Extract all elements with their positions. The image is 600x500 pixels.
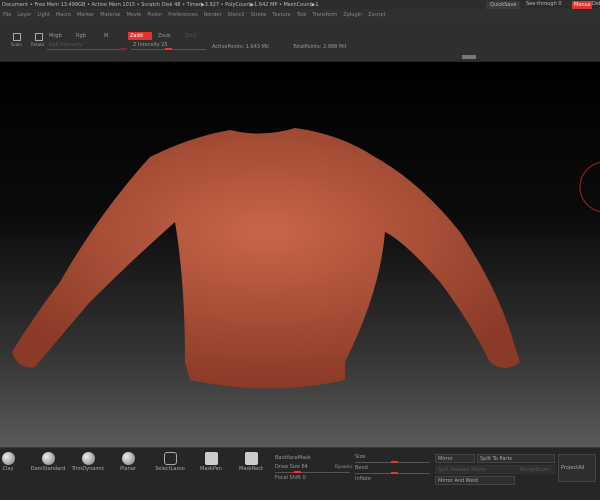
scale-button[interactable]: Scale (9, 41, 24, 48)
merge-down-button[interactable]: MergeDown (518, 466, 552, 474)
bottom-tray: Clay DamStandard TrimDynamic Planar Sele… (0, 447, 600, 500)
brush-planar[interactable]: Planar (108, 452, 148, 472)
brush-label: DamStandard (30, 466, 66, 472)
menu-zscript[interactable]: Zscript (365, 9, 388, 21)
brush-trimdynamic[interactable]: TrimDynamic (68, 452, 108, 472)
z-intensity-slider[interactable]: Z Intensity 25 (131, 41, 170, 49)
rgb-button[interactable]: Rgb (74, 32, 88, 40)
dynamic-button[interactable]: Dynamic (333, 463, 355, 470)
zadd-button[interactable]: Zadd (128, 32, 152, 40)
brush-label: MaskPen (200, 466, 222, 472)
m-button[interactable]: M (102, 32, 110, 40)
menu-movie[interactable]: Movie (124, 9, 145, 21)
zsub-button[interactable]: Zsub (156, 32, 172, 40)
z-intensity-track[interactable] (131, 48, 206, 50)
menu-stencil[interactable]: Stencil (225, 9, 248, 21)
project-all-button[interactable]: ProjectAll (558, 454, 596, 482)
maskrect-icon (244, 452, 258, 465)
backface-mask-button[interactable]: BackfaceMask (273, 454, 313, 462)
lasso-icon (163, 452, 177, 465)
brush-selectlasso[interactable]: SelectLasso (150, 452, 190, 472)
draw-size-track[interactable] (275, 471, 350, 473)
document-label[interactable]: Document (2, 2, 28, 8)
mirror-and-weld-button[interactable]: Mirror And Weld (435, 476, 515, 485)
brush-label: TrimDynamic (71, 466, 105, 472)
focal-shift-slider[interactable]: Focal Shift 0 (273, 474, 308, 482)
split-to-parts-button[interactable]: Split To Parts (477, 454, 555, 463)
brush-maskpen[interactable]: MaskPen (191, 452, 231, 472)
menu-file[interactable]: File (0, 9, 14, 21)
status-bar: Document • Free Mem 13.499GB • Active Me… (0, 0, 600, 9)
brush-label: Planar (120, 466, 136, 472)
brush-label: MaskRect (239, 466, 263, 472)
mrgb-button[interactable]: Mrgb (47, 32, 64, 40)
menu-marker[interactable]: Marker (74, 9, 97, 21)
brush-clay[interactable]: Clay (0, 452, 28, 472)
quicksave-button[interactable]: QuickSave (486, 1, 521, 9)
default-zscript-button[interactable]: DefaultZScript (592, 1, 600, 7)
size-slider[interactable]: Size (353, 453, 367, 461)
canvas-viewport[interactable] (0, 62, 600, 447)
bend-slider[interactable]: Bend (353, 464, 370, 472)
zcut-button[interactable]: Zcut (183, 32, 198, 40)
menu-layer[interactable]: Layer (14, 9, 34, 21)
draw-size-slider[interactable]: Draw Size 64 (273, 463, 310, 471)
menu-transform[interactable]: Transform (309, 9, 340, 21)
menu-stroke[interactable]: Stroke (247, 9, 269, 21)
size-track[interactable] (355, 461, 430, 463)
brush-maskrect[interactable]: MaskRect (231, 452, 271, 472)
sweater-body (12, 128, 520, 389)
trimdynamic-icon (81, 452, 95, 465)
menu-tool[interactable]: Tool (294, 9, 310, 21)
total-points: TotalPoints: 2.988 Mil (293, 44, 346, 50)
scale-icon[interactable] (13, 33, 21, 41)
brush-cursor-ring (579, 162, 600, 212)
top-shelf: Scale Rotate Mrgb Rgb M Zadd Zsub Zcut R… (0, 21, 600, 61)
main-menu: File Layer Light Macro Marker Material M… (0, 9, 600, 21)
mirror-button[interactable]: Mirror (435, 454, 475, 463)
damstandard-icon (41, 452, 55, 465)
rotate-icon[interactable] (35, 33, 43, 41)
brush-damstandard[interactable]: DamStandard (28, 452, 68, 472)
memory-info: • Free Mem 13.499GB • Active Mem 1015 • … (30, 2, 319, 8)
menu-light[interactable]: Light (34, 9, 52, 21)
maskpen-icon (204, 452, 218, 465)
menu-render[interactable]: Render (201, 9, 225, 21)
clay-icon (1, 452, 15, 465)
see-through-slider[interactable]: See-through 0 (526, 1, 562, 7)
inflate-slider[interactable]: Inflate (353, 475, 373, 483)
bend-track[interactable] (355, 472, 430, 474)
menus-button[interactable]: Menus (572, 1, 593, 9)
active-points: ActivePoints: 1.643 Mil (212, 44, 269, 50)
menu-zplugin[interactable]: Zplugin (340, 9, 365, 21)
menu-texture[interactable]: Texture (269, 9, 293, 21)
rotate-button[interactable]: Rotate (29, 41, 46, 48)
planar-icon (121, 452, 135, 465)
shelf-scrollbar[interactable] (462, 55, 476, 59)
sweater-model (12, 128, 600, 389)
menu-material[interactable]: Material (97, 9, 123, 21)
menu-preferences[interactable]: Preferences (165, 9, 200, 21)
brush-label: SelectLasso (155, 466, 185, 472)
rgb-intensity-track[interactable] (47, 48, 127, 50)
brush-label: Clay (2, 466, 14, 472)
menu-picker[interactable]: Picker (144, 9, 165, 21)
menu-macro[interactable]: Macro (53, 9, 74, 21)
rgb-intensity-slider[interactable]: Rgb Intensity (47, 41, 84, 49)
